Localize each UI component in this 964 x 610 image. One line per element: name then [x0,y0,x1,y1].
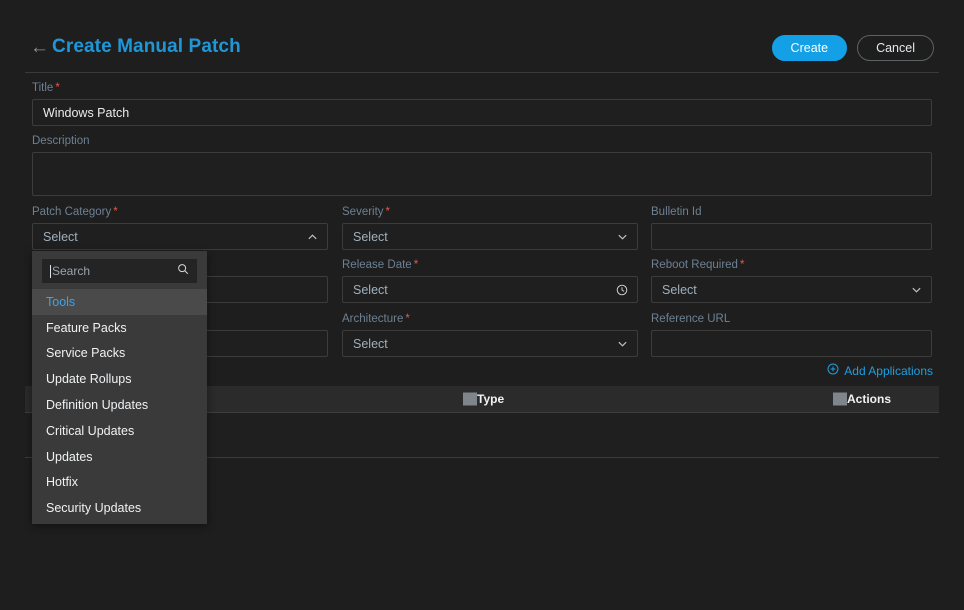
description-field-group: Description [32,135,932,196]
dropdown-option-hotfix[interactable]: Hotfix [32,470,207,496]
release-date-input[interactable]: Select [342,276,638,303]
reboot-required-value: Select [662,282,697,297]
chevron-up-icon[interactable] [307,231,318,242]
create-button[interactable]: Create [771,35,848,61]
arrow-left-icon[interactable]: ← [30,38,49,57]
search-icon[interactable] [177,262,189,280]
severity-select[interactable]: Select [342,223,638,250]
page-header: ← Create Manual Patch Create Cancel [0,0,964,72]
chevron-down-icon[interactable] [617,231,628,242]
required-asterisk: * [739,259,745,271]
required-asterisk: * [113,206,118,218]
severity-group: Severity * Select [342,206,638,250]
dropdown-option-updates[interactable]: Updates [32,444,207,470]
bulletin-id-label: Bulletin Id [651,206,702,218]
page-title: Create Manual Patch [52,36,241,57]
dropdown-option-definition-updates[interactable]: Definition Updates [32,392,207,418]
table-header-actions[interactable]: Actions [833,386,939,412]
dropdown-search-wrap: Search [32,251,207,289]
reference-url-label: Reference URL [651,313,731,325]
dropdown-option-critical-updates[interactable]: Critical Updates [32,418,207,444]
reboot-required-select[interactable]: Select [651,276,932,303]
table-header-type[interactable]: Type [463,386,833,412]
patch-category-label: Patch Category * [32,206,118,218]
architecture-group: Architecture * Select [342,313,638,357]
bulletin-id-input[interactable] [651,223,932,250]
add-applications-button[interactable]: Add Applications [827,363,933,378]
header-actions: Create Cancel [771,35,934,61]
patch-category-select[interactable]: Select [32,223,328,250]
text-caret [50,264,51,278]
dropdown-option-tools[interactable]: Tools [32,289,207,315]
create-manual-patch-page: ← Create Manual Patch Create Cancel Titl… [0,0,964,610]
patch-category-group: Patch Category * Select [32,206,328,250]
reference-url-input[interactable] [651,330,932,357]
column-divider [463,392,477,406]
header-divider [25,72,939,73]
add-applications-label: Add Applications [844,363,933,378]
required-asterisk: * [55,82,60,94]
clock-icon[interactable] [616,284,628,296]
dropdown-search-input[interactable]: Search [42,259,197,283]
architecture-select[interactable]: Select [342,330,638,357]
severity-value: Select [353,229,388,244]
title-label: Title * [32,82,60,94]
dropdown-search-placeholder: Search [52,264,91,278]
dropdown-option-feature-packs[interactable]: Feature Packs [32,315,207,341]
reference-url-group: Reference URL [651,313,932,357]
architecture-value: Select [353,336,388,351]
reboot-required-group: Reboot Required * Select [651,259,932,303]
description-label: Description [32,135,90,147]
required-asterisk: * [385,206,391,218]
title-input-value: Windows Patch [43,105,130,120]
title-input[interactable]: Windows Patch [32,99,932,126]
description-textarea[interactable] [32,152,932,196]
dropdown-option-update-rollups[interactable]: Update Rollups [32,366,207,392]
release-date-group: Release Date * Select [342,259,638,303]
patch-category-value: Select [43,229,78,244]
column-divider [833,392,847,406]
plus-circle-icon [827,363,839,378]
architecture-label: Architecture * [342,313,410,325]
reboot-required-label: Reboot Required * [651,259,745,271]
dropdown-option-list: Tools Feature Packs Service Packs Update… [32,289,207,521]
cancel-button[interactable]: Cancel [857,35,934,61]
title-field-group: Title * Windows Patch [32,82,932,126]
chevron-down-icon[interactable] [617,338,628,349]
required-asterisk: * [413,259,419,271]
severity-label: Severity * [342,206,391,218]
patch-category-dropdown: Search Tools Feature Packs Service Packs… [32,251,207,524]
dropdown-option-service-packs[interactable]: Service Packs [32,341,207,367]
required-asterisk: * [405,313,410,325]
release-date-value: Select [353,282,388,297]
dropdown-option-security-updates[interactable]: Security Updates [32,495,207,521]
chevron-down-icon[interactable] [911,284,922,295]
release-date-label: Release Date * [342,259,419,271]
bulletin-id-group: Bulletin Id [651,206,932,250]
